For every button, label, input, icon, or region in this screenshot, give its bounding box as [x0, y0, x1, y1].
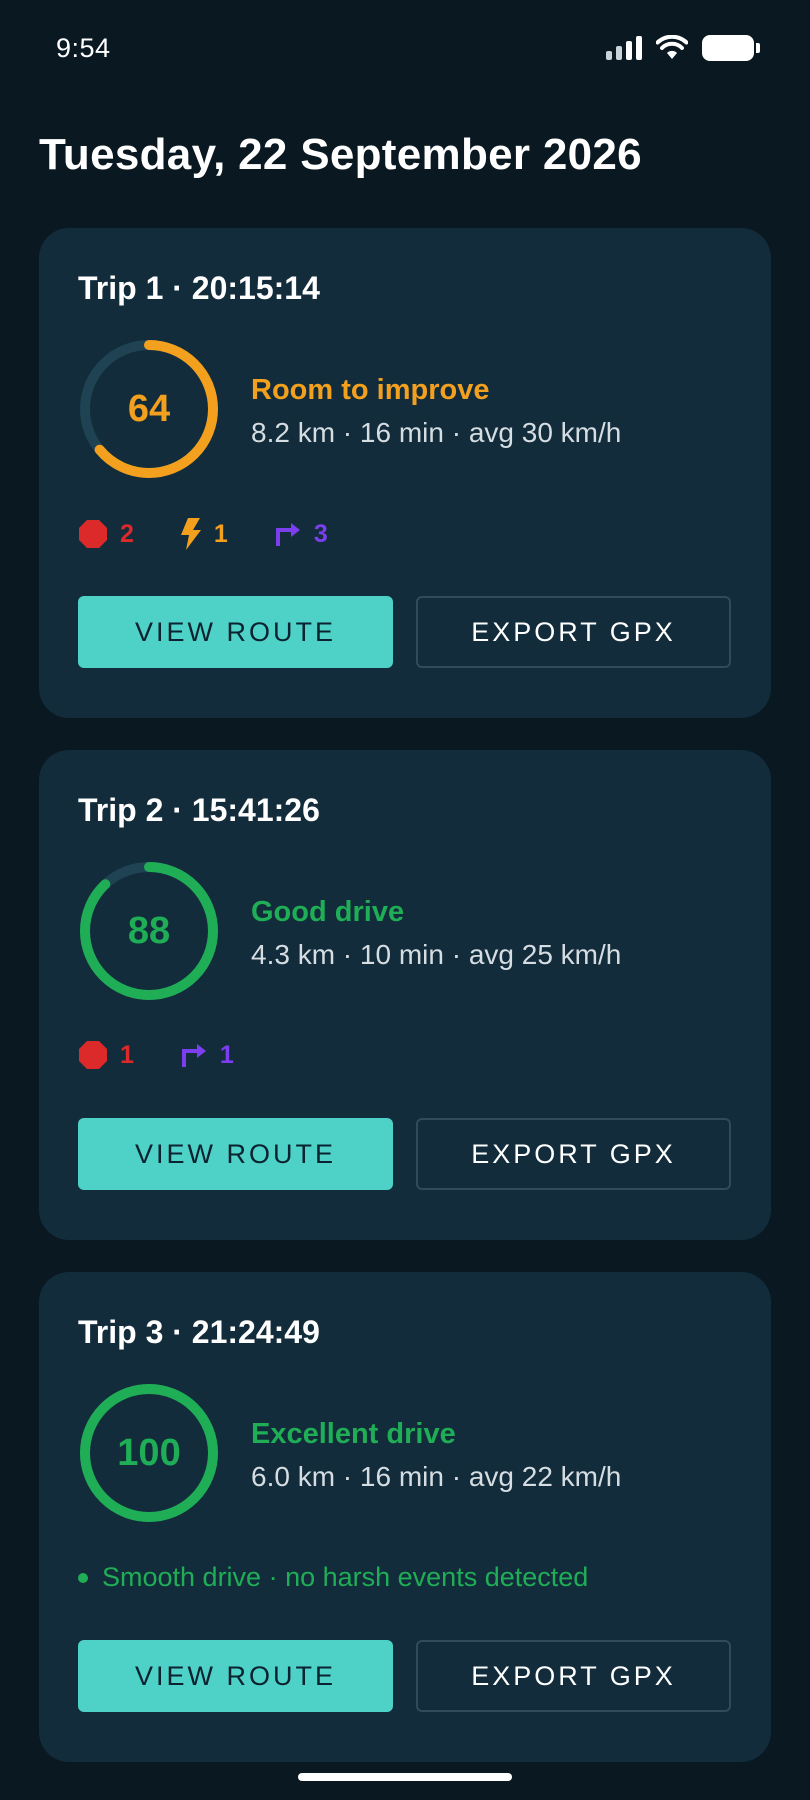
smooth-drive-note: Smooth drive · no harsh events detected: [78, 1562, 588, 1593]
score-ring: 100: [78, 1382, 220, 1524]
score-ring: 64: [78, 338, 220, 480]
brake-count: 2: [120, 519, 134, 548]
home-indicator[interactable]: [298, 1773, 512, 1781]
rating-label: Good drive: [251, 896, 405, 928]
trip-history-screen: 9:54 Tuesday, 22 September 2026 Trip 1 ·…: [0, 0, 810, 1800]
score-value: 100: [117, 1431, 181, 1474]
trip-stats: 4.3 km · 10 min · avg 25 km/h: [251, 939, 622, 970]
trip-title: Trip 1 · 20:15:14: [78, 270, 320, 306]
turn-count: 3: [313, 519, 328, 548]
harsh-brake-count: 1: [78, 1040, 134, 1070]
trip-card: Trip 1 · 20:15:14 64 Room to improve 8.2…: [39, 228, 771, 718]
score-info: Good drive 4.3 km · 10 min · avg 25 km/h: [251, 896, 621, 971]
score-value: 88: [127, 909, 171, 952]
trip-title: Trip 2 · 15:41:26: [78, 792, 320, 828]
export-gpx-button[interactable]: EXPORT GPX: [416, 596, 731, 668]
view-route-button[interactable]: VIEW ROUTE: [78, 596, 393, 668]
sharp-turn-count: 1: [180, 1041, 234, 1070]
harsh-brake-count: 2: [78, 519, 134, 549]
score-value: 64: [127, 387, 171, 430]
battery-icon: [702, 35, 760, 61]
status-bar: 9:54: [0, 0, 810, 96]
status-time: 9:54: [56, 32, 111, 63]
wifi-icon: [656, 35, 688, 59]
lightning-bolt-icon: [180, 518, 201, 550]
stop-octagon-icon: [79, 1041, 107, 1069]
rating-label: Room to improve: [251, 374, 490, 406]
trip-stats: 6.0 km · 16 min · avg 22 km/h: [251, 1461, 622, 1492]
turn-right-arrow-icon: [181, 1044, 206, 1067]
sharp-turn-count: 3: [274, 520, 328, 549]
status-dot-icon: [78, 1572, 88, 1583]
stop-octagon-icon: [79, 520, 107, 548]
score-info: Room to improve 8.2 km · 16 min · avg 30…: [251, 374, 621, 449]
view-route-button[interactable]: VIEW ROUTE: [78, 1118, 393, 1190]
trip-card: Trip 3 · 21:24:49 100 Excellent drive 6.…: [39, 1272, 771, 1762]
smooth-drive-text: Smooth drive · no harsh events detected: [102, 1562, 589, 1592]
cellular-signal-icon: [606, 36, 642, 60]
view-route-button[interactable]: VIEW ROUTE: [78, 1640, 393, 1712]
score-ring: 88: [78, 860, 220, 1002]
export-gpx-button[interactable]: EXPORT GPX: [416, 1118, 731, 1190]
score-info: Excellent drive 6.0 km · 16 min · avg 22…: [251, 1418, 621, 1493]
acceleration-count: 1: [213, 519, 228, 548]
trip-card: Trip 2 · 15:41:26 88 Good drive 4.3 km ·…: [39, 750, 771, 1240]
trip-title: Trip 3 · 21:24:49: [78, 1314, 320, 1350]
harsh-acceleration-count: 1: [180, 518, 228, 550]
event-summary: 1 1: [78, 1040, 234, 1070]
trip-stats: 8.2 km · 16 min · avg 30 km/h: [251, 417, 622, 448]
page-title: Tuesday, 22 September 2026: [39, 130, 642, 179]
export-gpx-button[interactable]: EXPORT GPX: [416, 1640, 731, 1712]
rating-label: Excellent drive: [251, 1418, 456, 1450]
turn-count: 1: [219, 1040, 234, 1069]
brake-count: 1: [120, 1040, 134, 1069]
status-icons: [606, 35, 760, 61]
turn-right-arrow-icon: [275, 523, 300, 546]
event-summary: 2 1 3: [78, 518, 328, 550]
